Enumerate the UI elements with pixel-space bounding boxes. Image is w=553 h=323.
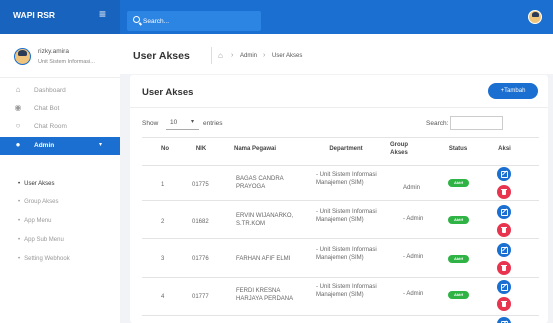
- sidebar: rizky.amira Unit Sistem Informasi... ⌂ D…: [0, 34, 120, 323]
- row-divider: [142, 200, 539, 201]
- show-label: Show: [142, 120, 159, 127]
- edit-icon[interactable]: [497, 205, 511, 219]
- cell-department: - Unit Sistem Informasi Manajemen (SIM): [316, 209, 377, 223]
- user-avatar: [14, 48, 31, 65]
- edit-icon[interactable]: [497, 317, 511, 323]
- cell-group-akses: Admin: [403, 185, 421, 191]
- edit-icon[interactable]: [497, 280, 511, 294]
- users-icon: ●: [15, 140, 21, 149]
- sidebar-item-admin[interactable]: ● Admin ▾: [0, 137, 120, 155]
- submenu-app-sub-menu[interactable]: App Sub Menu: [18, 237, 64, 243]
- cell-group-akses: - Admin: [403, 254, 424, 260]
- robot-icon: ◉: [14, 103, 22, 112]
- cell-nik: 01776: [192, 256, 209, 262]
- page-title: User Akses: [133, 50, 190, 62]
- cell-department: - Unit Sistem Informasi Manajemen (SIM): [316, 247, 377, 261]
- breadcrumb-separator-icon: ›: [263, 52, 266, 59]
- brand-name[interactable]: WAPI RSR: [13, 10, 55, 20]
- cell-nik: 01682: [192, 219, 209, 225]
- submenu-setting-webhook[interactable]: Setting Webhook: [18, 256, 70, 262]
- sidebar-item-chat-room[interactable]: ○ Chat Room: [0, 118, 120, 136]
- entries-value: 10: [170, 119, 178, 126]
- chat-icon: ○: [15, 121, 21, 130]
- card-divider: [130, 107, 548, 108]
- sidebar-item-label: Chat Bot: [34, 105, 60, 112]
- card-title: User Akses: [142, 87, 194, 98]
- row-divider: [142, 277, 539, 278]
- sidebar-item-label: Chat Room: [34, 123, 67, 130]
- breadcrumb-separator-icon: ›: [231, 52, 234, 59]
- table-search-label: Search:: [426, 120, 449, 127]
- table-header-border: [142, 165, 539, 166]
- cell-no: 3: [161, 256, 165, 262]
- sidebar-item-label: Dashboard: [34, 87, 66, 94]
- entries-select[interactable]: 10 ▾: [166, 117, 199, 130]
- status-badge: Aktif: [448, 216, 469, 224]
- table-top-border: [142, 137, 539, 138]
- user-name: rizky.amira: [38, 48, 69, 55]
- brand-area: WAPI RSR ≡: [0, 0, 120, 34]
- entries-label: entries: [203, 120, 223, 127]
- col-header-department[interactable]: Department: [316, 145, 376, 153]
- cell-nama: FARHAN AFIF ELMI: [236, 256, 291, 262]
- col-header-no[interactable]: No: [155, 145, 175, 153]
- edit-icon[interactable]: [497, 167, 511, 181]
- cell-no: 2: [161, 219, 165, 225]
- cell-no: 4: [161, 294, 165, 300]
- status-badge: Aktif: [448, 291, 469, 299]
- cell-department: - Unit Sistem Informasi Manajemen (SIM): [316, 172, 377, 186]
- user-akses-card: User Akses +Tambah Show 10 ▾ entries Sea…: [130, 75, 548, 323]
- sidebar-item-dashboard[interactable]: ⌂ Dashboard: [0, 82, 120, 100]
- col-header-group-akses[interactable]: Group Akses: [386, 141, 412, 157]
- user-panel: rizky.amira Unit Sistem Informasi...: [0, 34, 120, 78]
- submenu-app-menu[interactable]: App Menu: [18, 218, 51, 224]
- col-header-aksi[interactable]: Aksi: [492, 145, 517, 153]
- status-badge: Aktif: [448, 255, 469, 263]
- row-divider: [142, 238, 539, 239]
- sidebar-item-chat-bot[interactable]: ◉ Chat Bot: [0, 100, 120, 118]
- cell-nama: FERDI KRESNA HARJAYA PERDANA: [236, 288, 294, 302]
- breadcrumb-divider: [211, 47, 212, 64]
- add-button[interactable]: +Tambah: [488, 83, 538, 99]
- submenu-user-akses[interactable]: User Akses: [18, 181, 54, 187]
- cell-group-akses: - Admin: [403, 216, 424, 222]
- cell-nik: 01777: [192, 294, 209, 300]
- sidebar-item-label: Admin: [34, 142, 55, 149]
- status-badge: Aktif: [448, 179, 469, 187]
- cell-nama: ERVIN WIJANARKO, S.TR.KOM: [236, 213, 294, 227]
- delete-icon[interactable]: [497, 223, 511, 237]
- cell-nama: BAGAS CANDRA PRAYOGA: [236, 176, 284, 190]
- search-box[interactable]: [127, 11, 261, 31]
- edit-icon[interactable]: [497, 243, 511, 257]
- search-icon: [133, 16, 140, 23]
- cell-department: - Unit Sistem Informasi Manajemen (SIM): [316, 284, 377, 298]
- search-input[interactable]: [143, 15, 253, 27]
- content-header: User Akses ⌂ › Admin › User Akses: [120, 34, 553, 74]
- breadcrumb-current: User Akses: [272, 53, 303, 59]
- cell-nik: 01775: [192, 182, 209, 188]
- user-role: Unit Sistem Informasi...: [38, 59, 95, 65]
- table-search-input[interactable]: [450, 116, 503, 130]
- row-divider: [142, 315, 539, 316]
- hamburger-menu-icon[interactable]: ≡: [99, 8, 106, 20]
- col-header-nik[interactable]: NIK: [186, 145, 216, 153]
- top-navbar: WAPI RSR ≡: [0, 0, 553, 34]
- home-icon[interactable]: ⌂: [218, 51, 223, 60]
- user-avatar-icon[interactable]: [528, 10, 542, 24]
- home-icon: ⌂: [15, 85, 21, 94]
- submenu-group-akses[interactable]: Group Akses: [18, 199, 58, 205]
- chevron-down-icon: ▾: [191, 119, 195, 125]
- chevron-down-icon: ▾: [99, 142, 103, 148]
- delete-icon[interactable]: [497, 185, 511, 199]
- breadcrumb-admin[interactable]: Admin: [240, 53, 257, 59]
- cell-no: 1: [161, 182, 165, 188]
- col-header-nama[interactable]: Nama Pegawai: [234, 145, 304, 153]
- delete-icon[interactable]: [497, 297, 511, 311]
- col-header-status[interactable]: Status: [443, 145, 473, 153]
- delete-icon[interactable]: [497, 261, 511, 275]
- cell-group-akses: - Admin: [403, 291, 424, 297]
